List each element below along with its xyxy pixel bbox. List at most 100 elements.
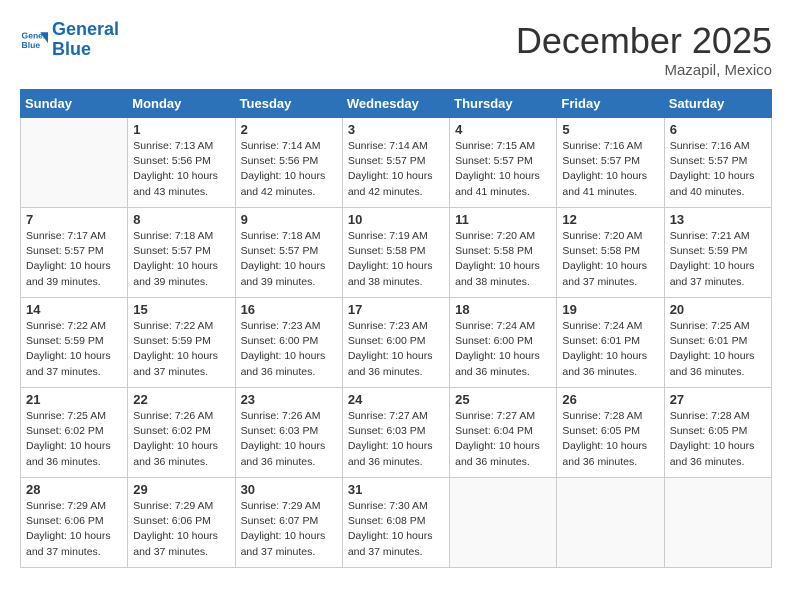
- day-info: Sunrise: 7:28 AMSunset: 6:05 PMDaylight:…: [562, 409, 658, 470]
- day-number: 26: [562, 392, 658, 407]
- day-number: 25: [455, 392, 551, 407]
- day-info: Sunrise: 7:28 AMSunset: 6:05 PMDaylight:…: [670, 409, 766, 470]
- day-number: 11: [455, 212, 551, 227]
- day-number: 31: [348, 482, 444, 497]
- calendar-cell: 10Sunrise: 7:19 AMSunset: 5:58 PMDayligh…: [342, 208, 449, 298]
- weekday-header-tuesday: Tuesday: [235, 90, 342, 118]
- calendar-cell: 27 Sunrise: 7:28 AMSunset: 6:05 PMDayligh…: [664, 388, 771, 478]
- day-info: Sunrise: 7:21 AMSunset: 5:59 PMDaylight:…: [670, 229, 766, 290]
- day-number: 20: [670, 302, 766, 317]
- day-info: Sunrise: 7:24 AMSunset: 6:01 PMDaylight:…: [562, 319, 658, 380]
- day-number: 15: [133, 302, 229, 317]
- day-info: Sunrise: 7:22 AMSunset: 5:59 PMDaylight:…: [133, 319, 229, 380]
- calendar-cell: 11 Sunrise: 7:20 AMSunset: 5:58 PMDayligh…: [450, 208, 557, 298]
- calendar-cell: 28 Sunrise: 7:29 AMSunset: 6:06 PMDayligh…: [21, 478, 128, 568]
- calendar-cell: 12 Sunrise: 7:20 AMSunset: 5:58 PMDayligh…: [557, 208, 664, 298]
- day-number: 27: [670, 392, 766, 407]
- calendar-cell: 22Sunrise: 7:26 AMSunset: 6:02 PMDayligh…: [128, 388, 235, 478]
- day-number: 28: [26, 482, 122, 497]
- location-subtitle: Mazapil, Mexico: [516, 62, 772, 79]
- calendar-cell: [450, 478, 557, 568]
- calendar-cell: 2Sunrise: 7:14 AMSunset: 5:56 PMDaylight…: [235, 118, 342, 208]
- calendar-table: SundayMondayTuesdayWednesdayThursdayFrid…: [20, 89, 772, 568]
- calendar-week-3: 14 Sunrise: 7:22 AMSunset: 5:59 PMDayligh…: [21, 298, 772, 388]
- logo-line1: General: [52, 19, 119, 39]
- day-info: Sunrise: 7:20 AMSunset: 5:58 PMDaylight:…: [562, 229, 658, 290]
- calendar-cell: 18Sunrise: 7:24 AMSunset: 6:00 PMDayligh…: [450, 298, 557, 388]
- weekday-header-friday: Friday: [557, 90, 664, 118]
- calendar-cell: 25 Sunrise: 7:27 AMSunset: 6:04 PMDayligh…: [450, 388, 557, 478]
- calendar-cell: 21Sunrise: 7:25 AMSunset: 6:02 PMDayligh…: [21, 388, 128, 478]
- logo: General Blue General Blue: [20, 20, 119, 60]
- day-info: Sunrise: 7:15 AMSunset: 5:57 PMDaylight:…: [455, 139, 551, 200]
- weekday-header-saturday: Saturday: [664, 90, 771, 118]
- weekday-header-sunday: Sunday: [21, 90, 128, 118]
- calendar-week-1: 1 Sunrise: 7:13 AMSunset: 5:56 PMDaylight…: [21, 118, 772, 208]
- calendar-cell: 5 Sunrise: 7:16 AMSunset: 5:57 PMDaylight…: [557, 118, 664, 208]
- day-info: Sunrise: 7:23 AMSunset: 6:00 PMDaylight:…: [241, 319, 337, 380]
- day-info: Sunrise: 7:19 AMSunset: 5:58 PMDaylight:…: [348, 229, 444, 290]
- calendar-cell: 14 Sunrise: 7:22 AMSunset: 5:59 PMDayligh…: [21, 298, 128, 388]
- day-number: 24: [348, 392, 444, 407]
- day-number: 23: [241, 392, 337, 407]
- day-info: Sunrise: 7:29 AMSunset: 6:06 PMDaylight:…: [26, 499, 122, 560]
- calendar-cell: 29 Sunrise: 7:29 AMSunset: 6:06 PMDayligh…: [128, 478, 235, 568]
- calendar-cell: 4Sunrise: 7:15 AMSunset: 5:57 PMDaylight…: [450, 118, 557, 208]
- logo-line2: Blue: [52, 39, 91, 59]
- day-info: Sunrise: 7:29 AMSunset: 6:07 PMDaylight:…: [241, 499, 337, 560]
- day-info: Sunrise: 7:17 AMSunset: 5:57 PMDaylight:…: [26, 229, 122, 290]
- calendar-cell: 23Sunrise: 7:26 AMSunset: 6:03 PMDayligh…: [235, 388, 342, 478]
- calendar-cell: 7 Sunrise: 7:17 AMSunset: 5:57 PMDaylight…: [21, 208, 128, 298]
- calendar-cell: 24 Sunrise: 7:27 AMSunset: 6:03 PMDayligh…: [342, 388, 449, 478]
- calendar-week-2: 7 Sunrise: 7:17 AMSunset: 5:57 PMDaylight…: [21, 208, 772, 298]
- day-info: Sunrise: 7:24 AMSunset: 6:00 PMDaylight:…: [455, 319, 551, 380]
- day-number: 2: [241, 122, 337, 137]
- calendar-cell: 17Sunrise: 7:23 AMSunset: 6:00 PMDayligh…: [342, 298, 449, 388]
- day-info: Sunrise: 7:27 AMSunset: 6:03 PMDaylight:…: [348, 409, 444, 470]
- calendar-cell: 30 Sunrise: 7:29 AMSunset: 6:07 PMDayligh…: [235, 478, 342, 568]
- day-number: 30: [241, 482, 337, 497]
- day-number: 29: [133, 482, 229, 497]
- calendar-cell: 1 Sunrise: 7:13 AMSunset: 5:56 PMDaylight…: [128, 118, 235, 208]
- day-info: Sunrise: 7:29 AMSunset: 6:06 PMDaylight:…: [133, 499, 229, 560]
- day-info: Sunrise: 7:23 AMSunset: 6:00 PMDaylight:…: [348, 319, 444, 380]
- day-info: Sunrise: 7:16 AMSunset: 5:57 PMDaylight:…: [562, 139, 658, 200]
- svg-text:Blue: Blue: [22, 40, 41, 50]
- day-number: 7: [26, 212, 122, 227]
- weekday-header-monday: Monday: [128, 90, 235, 118]
- day-info: Sunrise: 7:13 AMSunset: 5:56 PMDaylight:…: [133, 139, 229, 200]
- weekday-header-row: SundayMondayTuesdayWednesdayThursdayFrid…: [21, 90, 772, 118]
- calendar-cell: 19Sunrise: 7:24 AMSunset: 6:01 PMDayligh…: [557, 298, 664, 388]
- day-number: 8: [133, 212, 229, 227]
- title-block: December 2025 Mazapil, Mexico: [516, 20, 772, 79]
- weekday-header-wednesday: Wednesday: [342, 90, 449, 118]
- calendar-cell: 16 Sunrise: 7:23 AMSunset: 6:00 PMDayligh…: [235, 298, 342, 388]
- day-info: Sunrise: 7:27 AMSunset: 6:04 PMDaylight:…: [455, 409, 551, 470]
- calendar-cell: 31 Sunrise: 7:30 AMSunset: 6:08 PMDayligh…: [342, 478, 449, 568]
- day-number: 12: [562, 212, 658, 227]
- day-number: 9: [241, 212, 337, 227]
- day-number: 1: [133, 122, 229, 137]
- day-number: 16: [241, 302, 337, 317]
- calendar-week-4: 21Sunrise: 7:25 AMSunset: 6:02 PMDayligh…: [21, 388, 772, 478]
- calendar-cell: 9Sunrise: 7:18 AMSunset: 5:57 PMDaylight…: [235, 208, 342, 298]
- calendar-cell: 8 Sunrise: 7:18 AMSunset: 5:57 PMDaylight…: [128, 208, 235, 298]
- day-number: 5: [562, 122, 658, 137]
- day-info: Sunrise: 7:25 AMSunset: 6:01 PMDaylight:…: [670, 319, 766, 380]
- day-info: Sunrise: 7:14 AMSunset: 5:57 PMDaylight:…: [348, 139, 444, 200]
- calendar-cell: 3 Sunrise: 7:14 AMSunset: 5:57 PMDaylight…: [342, 118, 449, 208]
- calendar-cell: [557, 478, 664, 568]
- calendar-cell: 13Sunrise: 7:21 AMSunset: 5:59 PMDayligh…: [664, 208, 771, 298]
- day-info: Sunrise: 7:18 AMSunset: 5:57 PMDaylight:…: [133, 229, 229, 290]
- calendar-cell: [21, 118, 128, 208]
- calendar-header: SundayMondayTuesdayWednesdayThursdayFrid…: [21, 90, 772, 118]
- day-info: Sunrise: 7:20 AMSunset: 5:58 PMDaylight:…: [455, 229, 551, 290]
- calendar-body: 1 Sunrise: 7:13 AMSunset: 5:56 PMDaylight…: [21, 118, 772, 568]
- calendar-cell: 20 Sunrise: 7:25 AMSunset: 6:01 PMDayligh…: [664, 298, 771, 388]
- day-info: Sunrise: 7:22 AMSunset: 5:59 PMDaylight:…: [26, 319, 122, 380]
- day-info: Sunrise: 7:30 AMSunset: 6:08 PMDaylight:…: [348, 499, 444, 560]
- day-number: 3: [348, 122, 444, 137]
- day-info: Sunrise: 7:26 AMSunset: 6:02 PMDaylight:…: [133, 409, 229, 470]
- day-number: 14: [26, 302, 122, 317]
- day-number: 6: [670, 122, 766, 137]
